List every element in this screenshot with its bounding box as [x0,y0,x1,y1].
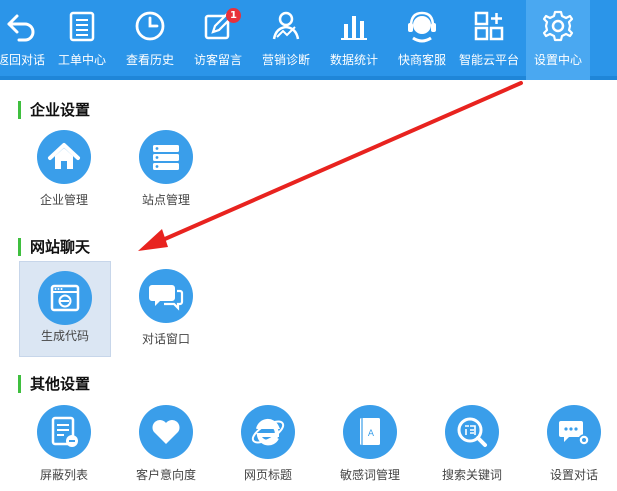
annotation-arrow [138,81,523,251]
